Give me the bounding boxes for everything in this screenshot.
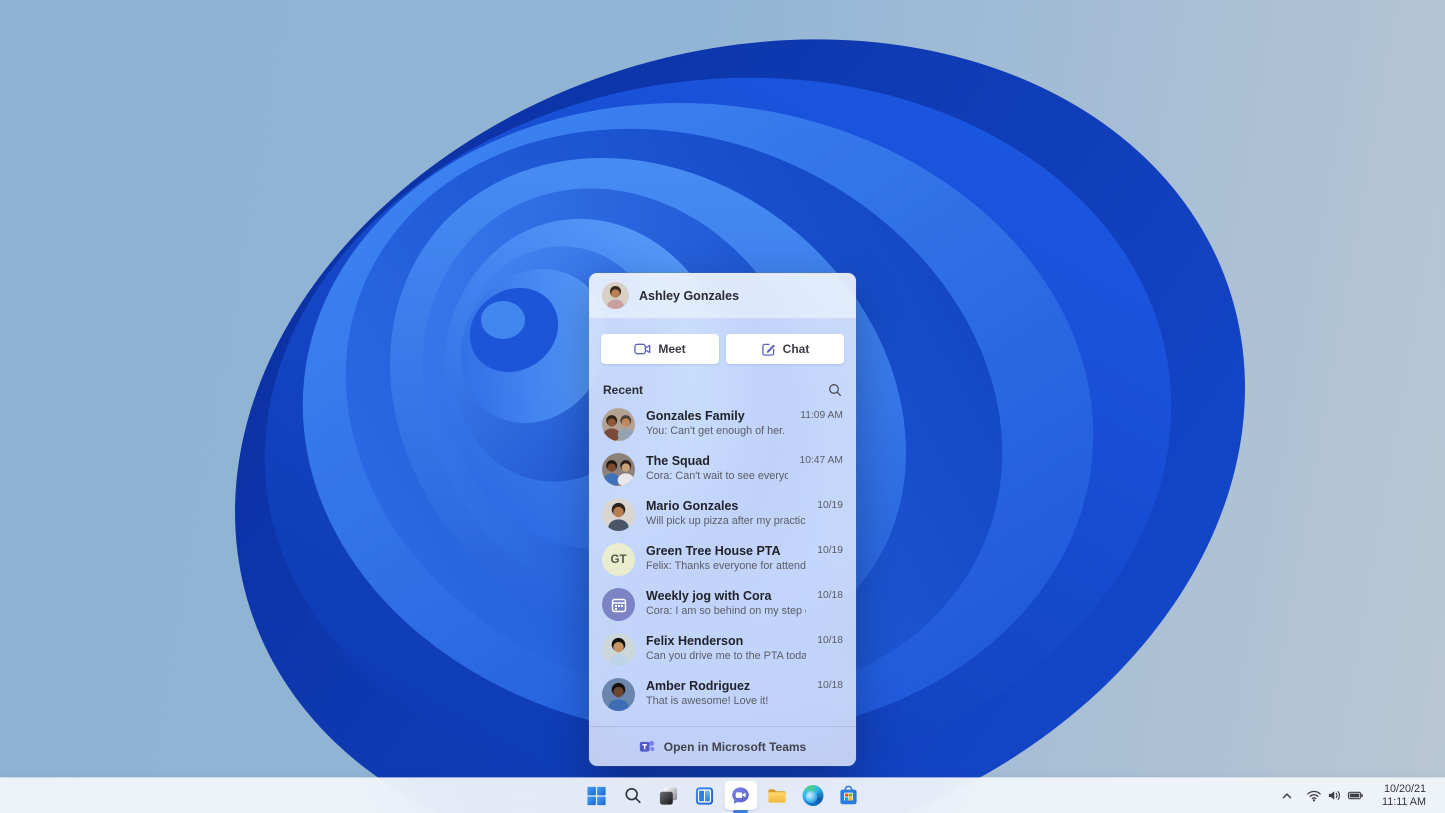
file-explorer-button[interactable] xyxy=(760,781,793,810)
conversation-avatar xyxy=(602,498,635,531)
battery-icon xyxy=(1347,788,1364,803)
taskbar-center-icons xyxy=(580,778,865,813)
conversation-name: Mario Gonzales xyxy=(646,499,739,513)
taskbar: 10/20/21 11:11 AM xyxy=(0,778,1445,813)
conversation-row[interactable]: The Squad Cora: Can't wait to see everyo… xyxy=(589,447,856,492)
chat-button[interactable]: Chat xyxy=(726,334,844,364)
conversation-row[interactable]: Amber Rodriguez That is awesome! Love it… xyxy=(589,672,856,717)
user-name: Ashley Gonzales xyxy=(639,288,740,303)
user-avatar xyxy=(602,282,629,309)
search-icon xyxy=(623,786,642,805)
teams-chat-button[interactable] xyxy=(724,781,757,813)
conversation-text: The Squad Cora: Can't wait to see everyo… xyxy=(646,453,788,483)
task-view-button[interactable] xyxy=(652,781,685,810)
teams-chat-flyout: Ashley Gonzales Meet Chat Recent Gonzale… xyxy=(589,273,856,766)
task-view-icon xyxy=(659,786,679,806)
conversation-text: Mario Gonzales Will pick up pizza after … xyxy=(646,498,806,528)
conversation-text: Amber Rodriguez That is awesome! Love it… xyxy=(646,678,806,708)
conversation-row[interactable]: Felix Henderson Can you drive me to the … xyxy=(589,627,856,672)
conversation-timestamp: 10/18 xyxy=(817,590,843,601)
edge-icon xyxy=(802,785,823,806)
meet-button-label: Meet xyxy=(658,342,686,356)
teams-chat-icon xyxy=(730,785,752,807)
clock-button[interactable]: 10/20/21 11:11 AM xyxy=(1371,781,1437,810)
conversation-text: Green Tree House PTA Felix: Thanks every… xyxy=(646,543,806,573)
hidden-icons-button[interactable] xyxy=(1275,781,1299,810)
conversation-preview: Will pick up pizza after my practice. xyxy=(646,515,807,527)
conversation-row[interactable]: Mario Gonzales Will pick up pizza after … xyxy=(589,492,856,537)
open-in-teams-label: Open in Microsoft Teams xyxy=(663,739,807,754)
edge-browser-button[interactable] xyxy=(796,781,829,810)
conversation-avatar xyxy=(602,678,635,711)
conversation-text: Gonzales Family You: Can't get enough of… xyxy=(646,408,789,438)
conversation-avatar xyxy=(602,633,635,666)
conversation-avatar xyxy=(602,588,635,621)
recent-header: Recent xyxy=(589,376,856,402)
conversation-preview: You: Can't get enough of her. xyxy=(646,425,786,437)
conversation-row[interactable]: Gonzales Family You: Can't get enough of… xyxy=(589,402,856,447)
conversation-name: The Squad xyxy=(646,454,710,468)
widgets-icon xyxy=(695,786,715,806)
search-icon xyxy=(828,383,842,397)
conversation-avatar: GT xyxy=(602,543,635,576)
compose-icon xyxy=(761,342,776,357)
conversation-timestamp: 10/18 xyxy=(817,635,843,646)
flyout-actions: Meet Chat xyxy=(589,319,856,376)
tray-time: 11:11 AM xyxy=(1381,795,1426,808)
search-button[interactable] xyxy=(828,383,842,397)
conversation-name: Felix Henderson xyxy=(646,634,744,648)
conversation-list: Gonzales Family You: Can't get enough of… xyxy=(589,402,856,717)
conversation-preview: Can you drive me to the PTA today? xyxy=(646,650,807,662)
conversation-timestamp: 10/19 xyxy=(817,500,843,511)
conversation-text: Felix Henderson Can you drive me to the … xyxy=(646,633,806,663)
conversation-avatar xyxy=(602,453,635,486)
meet-button[interactable]: Meet xyxy=(601,334,719,364)
conversation-avatar xyxy=(602,408,635,441)
file-explorer-icon xyxy=(766,785,787,806)
start-button[interactable] xyxy=(580,781,613,810)
conversation-timestamp: 11:09 AM xyxy=(800,410,843,421)
conversation-name: Gonzales Family xyxy=(646,409,745,423)
flyout-header: Ashley Gonzales xyxy=(589,273,856,319)
conversation-name: Amber Rodriguez xyxy=(646,679,751,693)
conversation-name: Weekly jog with Cora xyxy=(646,589,772,603)
conversation-preview: Cora: Can't wait to see everyone! xyxy=(646,470,789,482)
conversation-timestamp: 10:47 AM xyxy=(799,455,843,466)
wifi-icon xyxy=(1306,788,1322,803)
network-volume-battery-button[interactable] xyxy=(1301,781,1369,810)
system-tray: 10/20/21 11:11 AM xyxy=(1275,778,1437,813)
chevron-up-icon xyxy=(1280,789,1294,803)
widgets-button[interactable] xyxy=(688,781,721,810)
conversation-row[interactable]: GT Green Tree House PTA Felix: Thanks ev… xyxy=(589,537,856,582)
recent-label: Recent xyxy=(603,383,644,397)
conversation-timestamp: 10/19 xyxy=(817,545,843,556)
conversation-text: Weekly jog with Cora Cora: I am so behin… xyxy=(646,588,806,618)
microsoft-store-icon xyxy=(839,785,859,806)
volume-icon xyxy=(1327,788,1342,803)
search-taskbar-button[interactable] xyxy=(616,781,649,810)
conversation-preview: Felix: Thanks everyone for attending tod… xyxy=(646,560,807,572)
conversation-preview: That is awesome! Love it! xyxy=(646,695,769,707)
clock: 10/20/21 11:11 AM xyxy=(1376,783,1432,809)
video-camera-icon xyxy=(634,342,651,356)
open-in-teams-button[interactable]: Open in Microsoft Teams xyxy=(589,726,856,766)
conversation-row[interactable]: Weekly jog with Cora Cora: I am so behin… xyxy=(589,582,856,627)
conversation-preview: Cora: I am so behind on my step goals. xyxy=(646,605,806,617)
microsoft-store-button[interactable] xyxy=(832,781,865,810)
tray-date: 10/20/21 xyxy=(1383,782,1426,795)
conversation-timestamp: 10/18 xyxy=(817,680,843,691)
chat-button-label: Chat xyxy=(782,342,810,356)
teams-logo-icon xyxy=(639,738,656,755)
conversation-name: Green Tree House PTA xyxy=(646,544,781,558)
windows-start-icon xyxy=(587,786,607,806)
